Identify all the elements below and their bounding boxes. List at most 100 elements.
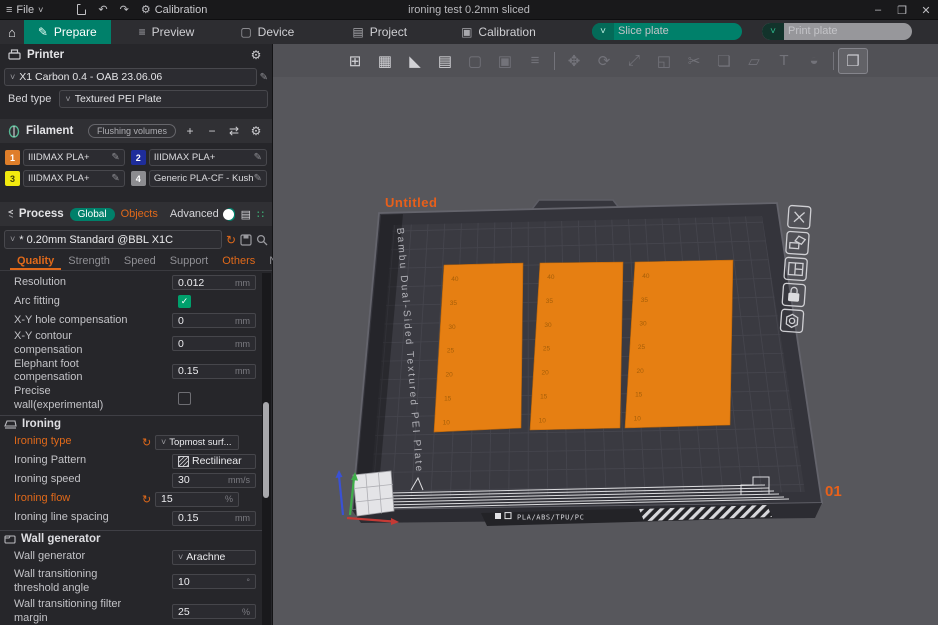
add-filament-icon[interactable]: + <box>182 124 198 138</box>
wall-threshold-input[interactable]: 10° <box>172 574 256 589</box>
filament-color-chip[interactable]: 3 <box>5 171 20 186</box>
save-preset-icon[interactable] <box>240 234 252 246</box>
clone-icon: ❏ <box>709 48 739 74</box>
setting-row-wall-threshold: Wall transitioning threshold angle 10° <box>0 567 262 597</box>
filament-edit-icon[interactable]: ✎ <box>254 173 262 184</box>
xy-hole-input[interactable]: 0mm <box>172 313 256 328</box>
move-icon: ✥ <box>559 48 589 74</box>
split-assembly-icon[interactable]: ❒ <box>838 48 868 74</box>
reset-icon[interactable]: ↻ <box>142 436 155 449</box>
arrange-plate-button[interactable] <box>784 257 807 280</box>
bed-type-select[interactable]: ˅ Textured PEI Plate <box>59 90 268 108</box>
setting-row-ironing-pattern: Ironing Pattern Rectilinear <box>0 452 262 471</box>
resolution-input[interactable]: 0.012mm <box>172 275 256 290</box>
add-object-icon[interactable]: ⊞ <box>340 48 370 74</box>
new-project-button[interactable] <box>71 0 92 19</box>
restore-button[interactable]: ❐ <box>890 0 914 20</box>
minimize-button[interactable]: – <box>866 0 890 20</box>
elephant-foot-input[interactable]: 0.15mm <box>172 364 256 379</box>
add-text-icon: T <box>769 48 799 74</box>
tab-preview[interactable]: ≡ Preview <box>125 20 209 44</box>
filament-color-chip[interactable]: 1 <box>5 150 20 165</box>
orient-plate-button[interactable] <box>786 231 809 254</box>
lock-plate-button[interactable] <box>782 283 805 306</box>
filament-slot-3[interactable]: 3 IIIDMAX PLA+✎ <box>5 170 125 187</box>
modifier-icon: ▱ <box>739 48 769 74</box>
scrollbar-thumb[interactable] <box>263 402 269 498</box>
filament-edit-icon[interactable]: ✎ <box>111 152 119 163</box>
reset-icon[interactable]: ↻ <box>142 493 155 506</box>
tab-device[interactable]: ▢ Device <box>226 20 308 44</box>
filament-color-chip[interactable]: 2 <box>131 150 146 165</box>
viewport-3d[interactable]: ⊞ ▦ ◣ ▤ ▢ ▣ ≡ ✥ ⟳ ⤢ ◱ ✂ ❏ ▱ T ◒ ❒ <box>273 44 938 625</box>
tab-speed[interactable]: Speed <box>117 255 163 270</box>
svg-text:10: 10 <box>539 417 547 424</box>
svg-text:15: 15 <box>540 393 548 400</box>
close-button[interactable]: ✕ <box>914 0 938 20</box>
file-menu[interactable]: ≡ File ˅ <box>0 0 49 19</box>
sync-filament-icon[interactable]: ⇄ <box>226 124 242 138</box>
tab-prepare[interactable]: ✎ Prepare <box>24 20 111 44</box>
ironing-flow-input[interactable]: 15% <box>155 492 239 507</box>
add-plate-icon[interactable]: ▦ <box>370 48 400 74</box>
slice-plate-button[interactable]: ˅ Slice plate <box>592 23 742 40</box>
ironing-pattern-select[interactable]: Rectilinear <box>172 454 256 469</box>
filament-settings-gear-icon[interactable]: ⚙ <box>248 124 264 138</box>
filament-icon <box>8 125 20 138</box>
slice-dropdown-icon[interactable]: ˅ <box>592 23 614 40</box>
bambu-studio-window: ≡ File ˅ ↶ ↷ ⚙ Calibration ironing test … <box>0 0 938 625</box>
xy-contour-input[interactable]: 0mm <box>172 336 256 351</box>
advanced-toggle[interactable] <box>225 208 235 221</box>
svg-text:10: 10 <box>443 419 451 426</box>
filament-slot-4[interactable]: 4 Generic PLA-CF - Kush✎ <box>131 170 267 187</box>
process-objects-toggle[interactable]: Objects <box>121 208 158 220</box>
tab-strength[interactable]: Strength <box>61 255 117 270</box>
objects-params-icon[interactable]: ∷ <box>257 208 264 221</box>
viewport-3d-scene[interactable]: Bambu Dual-Sided Textured PEI Plate 4035… <box>273 44 938 625</box>
auto-orient-icon[interactable]: ◣ <box>400 48 430 74</box>
printer-settings-gear-icon[interactable]: ⚙ <box>248 48 264 62</box>
filament-color-chip[interactable]: 4 <box>131 171 146 186</box>
settings-list-icon[interactable]: ▤ <box>241 208 251 221</box>
filament-edit-icon[interactable]: ✎ <box>111 173 119 184</box>
printer-edit-icon[interactable]: ✎ <box>260 72 268 83</box>
plate-settings-button[interactable] <box>780 309 803 332</box>
ironing-type-select[interactable]: ˅Topmost surf... <box>155 435 239 450</box>
print-dropdown-icon[interactable]: ˅ <box>762 23 784 40</box>
process-global-toggle[interactable]: Global <box>70 208 115 221</box>
delete-plate-button[interactable] <box>788 205 811 228</box>
wall-filter-input[interactable]: 25% <box>172 604 256 619</box>
redo-button[interactable]: ↷ <box>114 0 135 19</box>
undo-button[interactable]: ↶ <box>92 0 113 19</box>
arrange-icon[interactable]: ▤ <box>430 48 460 74</box>
home-button[interactable]: ⌂ <box>0 20 24 44</box>
tab-project[interactable]: ▤ Project <box>338 20 421 44</box>
sidebar-scrollbar[interactable] <box>262 273 271 625</box>
arc-fitting-checkbox[interactable]: ✓ <box>178 295 191 308</box>
redo-icon: ↷ <box>120 3 129 16</box>
ironing-speed-input[interactable]: 30mm/s <box>172 473 256 488</box>
filament-slot-1[interactable]: 1 IIIDMAX PLA+✎ <box>5 149 125 166</box>
flushing-volumes-button[interactable]: Flushing volumes <box>88 124 176 138</box>
tab-others[interactable]: Others <box>215 255 262 270</box>
printer-select[interactable]: ˅ X1 Carbon 0.4 - OAB 23.06.06 <box>4 68 257 86</box>
tab-quality[interactable]: Quality <box>10 255 61 270</box>
process-preset-select[interactable]: ˅ * 0.20mm Standard @BBL X1C <box>4 230 222 249</box>
plate-name-label[interactable]: Untitled <box>385 195 437 210</box>
ironing-spacing-input[interactable]: 0.15mm <box>172 511 256 526</box>
search-icon[interactable] <box>256 234 268 246</box>
reset-preset-icon[interactable]: ↻ <box>226 233 236 247</box>
tab-support[interactable]: Support <box>163 255 216 270</box>
calibration-menu[interactable]: ⚙ Calibration <box>135 0 213 19</box>
filament-edit-icon[interactable]: ✎ <box>254 152 262 163</box>
wall-generator-select[interactable]: ˅Arachne <box>172 550 256 565</box>
remove-filament-icon[interactable]: − <box>204 124 220 138</box>
svg-text:30: 30 <box>448 324 456 331</box>
model-objects[interactable] <box>434 260 733 432</box>
precise-wall-checkbox[interactable] <box>178 392 191 405</box>
svg-text:30: 30 <box>639 320 647 327</box>
filament-slot-2[interactable]: 2 IIIDMAX PLA+✎ <box>131 149 267 166</box>
tab-calibration[interactable]: ▣ Calibration <box>447 20 550 44</box>
wall-generator-section-header: Wall generator <box>0 530 262 548</box>
print-plate-button[interactable]: ˅ Print plate <box>762 23 912 40</box>
